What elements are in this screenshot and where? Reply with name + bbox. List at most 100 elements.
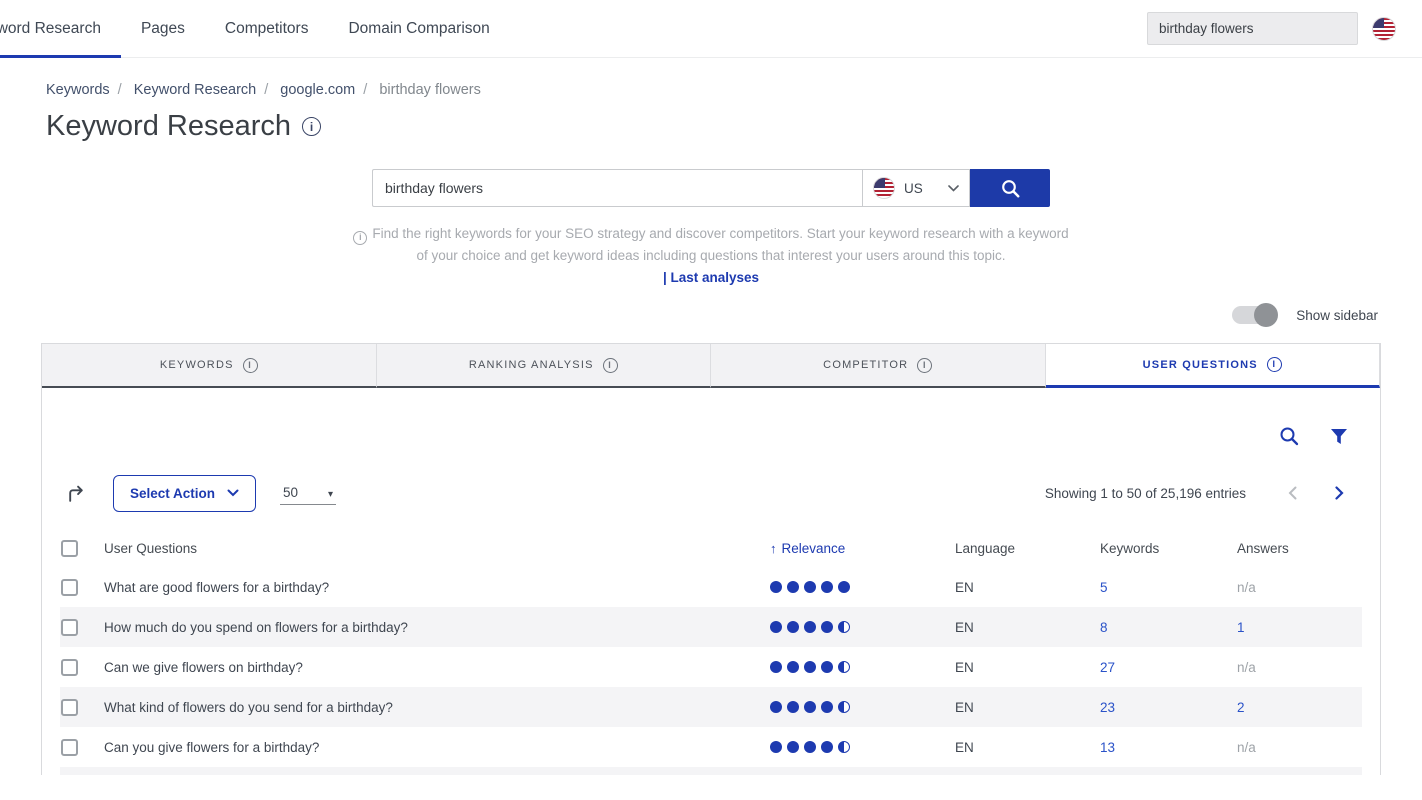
row-checkbox[interactable]	[61, 659, 78, 676]
tab-content: Select Action 50 ▾ Showing 1 to 50 of 25…	[42, 388, 1380, 775]
row-checkbox[interactable]	[61, 579, 78, 596]
keyword-search-section: US iFind the right keywords for your SEO…	[372, 169, 1050, 289]
nav-item-label: Domain Comparison	[348, 20, 489, 38]
filter-icon[interactable]	[1330, 428, 1348, 445]
nav-item[interactable]: Domain Comparison	[328, 0, 509, 57]
tab[interactable]: KEYWORDS i	[42, 344, 377, 388]
select-all-checkbox[interactable]	[61, 540, 78, 557]
table-header-row: User Questions ↑ Relevance Language Keyw…	[60, 530, 1362, 567]
table-body: What are good flowers for a birthday? EN…	[60, 567, 1362, 775]
table-row: Can you give flowers for a birthday? EN …	[60, 727, 1362, 767]
country-select[interactable]: US	[862, 169, 970, 207]
page-title-text: Keyword Research	[46, 110, 291, 143]
result-tabs: KEYWORDS i RANKING ANALYSIS i COMPETITOR…	[42, 344, 1380, 388]
nav-item-label: Competitors	[225, 20, 309, 38]
tab[interactable]: RANKING ANALYSIS i	[377, 344, 712, 388]
column-header-language[interactable]: Language	[955, 541, 1100, 556]
info-icon[interactable]: i	[1267, 357, 1282, 372]
breadcrumb-item[interactable]: Keyword Research	[134, 82, 277, 98]
column-header-answers[interactable]: Answers	[1237, 541, 1362, 556]
table-search-icon[interactable]	[1278, 425, 1300, 447]
table-row: What kind of flowers do you send for a b…	[60, 687, 1362, 727]
answers-cell[interactable]: n/a	[1237, 660, 1362, 675]
tab-label: USER QUESTIONS	[1143, 359, 1258, 371]
row-checkbox[interactable]	[61, 739, 78, 756]
info-icon[interactable]: i	[603, 358, 618, 373]
results-card: KEYWORDS i RANKING ANALYSIS i COMPETITOR…	[41, 343, 1381, 775]
table-row: How much do you spend on flowers for a b…	[60, 607, 1362, 647]
table-row-partial	[60, 767, 1362, 775]
column-header-question[interactable]: User Questions	[104, 541, 770, 556]
us-flag-icon	[873, 177, 895, 199]
info-icon[interactable]: i	[302, 117, 321, 136]
info-icon[interactable]: i	[243, 358, 258, 373]
language-cell: EN	[955, 700, 1100, 715]
user-questions-table: User Questions ↑ Relevance Language Keyw…	[60, 530, 1362, 775]
page-size-select[interactable]: 50 ▾	[280, 481, 336, 505]
table-row: What are good flowers for a birthday? EN…	[60, 567, 1362, 607]
nav-item[interactable]: Pages	[121, 0, 205, 57]
nav-item-label: Keyword Research	[0, 20, 101, 38]
show-sidebar-toggle[interactable]	[1232, 306, 1277, 324]
page-size-value: 50	[283, 485, 298, 500]
search-button[interactable]	[970, 169, 1050, 207]
keywords-cell[interactable]: 27	[1100, 660, 1237, 675]
question-cell: What kind of flowers do you send for a b…	[104, 700, 770, 715]
search-help-text: iFind the right keywords for your SEO st…	[351, 223, 1071, 267]
page-title: Keyword Research i	[46, 110, 1422, 143]
tab[interactable]: COMPETITOR i	[711, 344, 1046, 388]
pagination-next-icon[interactable]	[1331, 482, 1348, 504]
table-tools	[60, 388, 1362, 448]
column-header-keywords[interactable]: Keywords	[1100, 541, 1237, 556]
row-checkbox[interactable]	[61, 619, 78, 636]
breadcrumb-item[interactable]: google.com	[280, 82, 375, 98]
pagination-prev-icon[interactable]	[1284, 482, 1301, 504]
question-cell: Can we give flowers on birthday?	[104, 660, 770, 675]
export-icon[interactable]	[66, 483, 87, 504]
tab-label: KEYWORDS	[160, 359, 234, 371]
top-navigation-bar: Keyword Research Pages Competitors Domai…	[0, 0, 1422, 58]
relevance-dots	[770, 661, 955, 673]
answers-cell[interactable]: n/a	[1237, 580, 1362, 595]
row-checkbox[interactable]	[61, 699, 78, 716]
answers-cell[interactable]: 2	[1237, 700, 1362, 715]
breadcrumb: Keywords Keyword Research google.com bir…	[46, 82, 1422, 98]
sidebar-toggle-row: Show sidebar	[0, 303, 1378, 327]
table-action-row: Select Action 50 ▾ Showing 1 to 50 of 25…	[60, 474, 1362, 512]
column-header-relevance[interactable]: ↑ Relevance	[770, 541, 955, 556]
nav-item[interactable]: Competitors	[205, 0, 329, 57]
tab-label: RANKING ANALYSIS	[469, 359, 594, 371]
keywords-cell[interactable]: 13	[1100, 740, 1237, 755]
country-code: US	[904, 181, 923, 196]
keyword-search-input[interactable]	[372, 169, 862, 207]
answers-cell[interactable]: 1	[1237, 620, 1362, 635]
keywords-cell[interactable]: 5	[1100, 580, 1237, 595]
show-sidebar-label: Show sidebar	[1296, 308, 1378, 323]
pagination-status: Showing 1 to 50 of 25,196 entries	[1045, 486, 1246, 501]
toggle-knob	[1254, 303, 1278, 327]
table-row: Can we give flowers on birthday? EN 27 n…	[60, 647, 1362, 687]
global-search-input[interactable]	[1147, 12, 1358, 45]
answers-cell[interactable]: n/a	[1237, 740, 1362, 755]
global-search	[1147, 12, 1396, 45]
select-action-button[interactable]: Select Action	[113, 475, 256, 512]
language-cell: EN	[955, 660, 1100, 675]
select-action-label: Select Action	[130, 486, 215, 501]
relevance-dots	[770, 741, 955, 753]
last-analyses-link[interactable]: | Last analyses	[372, 267, 1050, 289]
question-cell: Can you give flowers for a birthday?	[104, 740, 770, 755]
keywords-cell[interactable]: 23	[1100, 700, 1237, 715]
breadcrumb-item[interactable]: birthday flowers	[379, 82, 481, 98]
question-cell: How much do you spend on flowers for a b…	[104, 620, 770, 635]
breadcrumb-item[interactable]: Keywords	[46, 82, 130, 98]
relevance-dots	[770, 701, 955, 713]
info-icon: i	[353, 231, 367, 245]
us-flag-icon	[1372, 17, 1396, 41]
question-cell: What are good flowers for a birthday?	[104, 580, 770, 595]
main-nav: Keyword Research Pages Competitors Domai…	[0, 0, 510, 57]
tab[interactable]: USER QUESTIONS i	[1046, 344, 1381, 388]
info-icon[interactable]: i	[917, 358, 932, 373]
language-cell: EN	[955, 620, 1100, 635]
nav-item[interactable]: Keyword Research	[0, 0, 121, 57]
keywords-cell[interactable]: 8	[1100, 620, 1237, 635]
